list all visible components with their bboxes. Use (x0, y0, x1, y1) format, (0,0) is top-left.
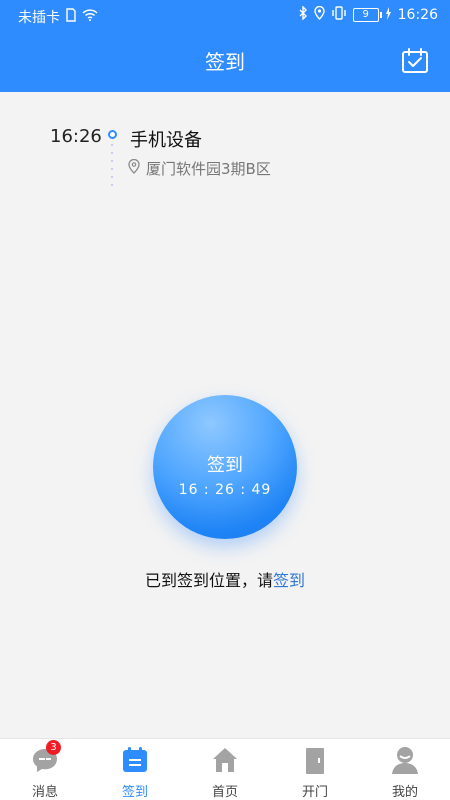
battery-indicator: 9 (352, 8, 382, 22)
timeline-dot (108, 130, 117, 139)
timeline-line (111, 144, 114, 194)
charging-icon (385, 6, 392, 24)
carrier-text: 未插卡 (18, 10, 60, 26)
checkin-calendar-icon (120, 745, 150, 775)
tab-label: 开门 (301, 785, 328, 800)
sign-in-link[interactable]: 签到 (273, 571, 305, 590)
sign-in-button[interactable]: 签到 16 : 26 : 49 (153, 395, 297, 539)
status-time: 16:26 (397, 7, 438, 23)
app-screen: 未插卡 9 16:26 签到 16:26 手机设备 厦门软件园3期B区 签到 1… (0, 0, 450, 800)
profile-icon (390, 745, 420, 775)
tab-checkin[interactable]: 签到 (90, 739, 180, 800)
tab-label: 我的 (391, 785, 418, 800)
bluetooth-icon (298, 5, 308, 24)
status-left: 未插卡 (18, 7, 98, 27)
tab-door[interactable]: 开门 (270, 739, 360, 800)
vibrate-icon (331, 6, 347, 24)
calendar-check-icon[interactable] (400, 46, 430, 76)
record-time: 16:26 (50, 126, 102, 147)
location-status-icon (313, 5, 325, 24)
sign-in-clock: 16 : 26 : 49 (178, 482, 272, 498)
tab-label: 首页 (211, 785, 238, 800)
page-title: 签到 (205, 50, 245, 74)
tab-label: 签到 (121, 785, 148, 800)
sign-in-label: 签到 (207, 455, 243, 476)
location-text: 厦门软件园3期B区 (146, 160, 271, 178)
message-badge: 3 (46, 740, 61, 755)
wifi-icon (82, 9, 98, 25)
location-pin-icon (128, 158, 140, 178)
tab-messages[interactable]: 3 消息 (0, 739, 90, 800)
home-icon (210, 745, 240, 775)
tab-label: 消息 (31, 785, 58, 800)
status-bar: 未插卡 9 16:26 (0, 0, 450, 32)
tab-home[interactable]: 首页 (180, 739, 270, 800)
top-bar: 未插卡 9 16:26 签到 (0, 0, 450, 92)
sim-icon (66, 8, 76, 26)
bottom-tab-bar: 3 消息 签到 首页 开门 我的 (0, 738, 450, 800)
sign-status-message: 已到签到位置，请签到 (0, 567, 450, 591)
status-right: 9 16:26 (298, 5, 438, 24)
door-icon (300, 745, 330, 775)
tab-profile[interactable]: 我的 (360, 739, 450, 800)
device-name: 手机设备 (130, 130, 202, 151)
location-row: 厦门软件园3期B区 (128, 158, 271, 179)
sign-status-prefix: 已到签到位置，请 (144, 571, 273, 590)
